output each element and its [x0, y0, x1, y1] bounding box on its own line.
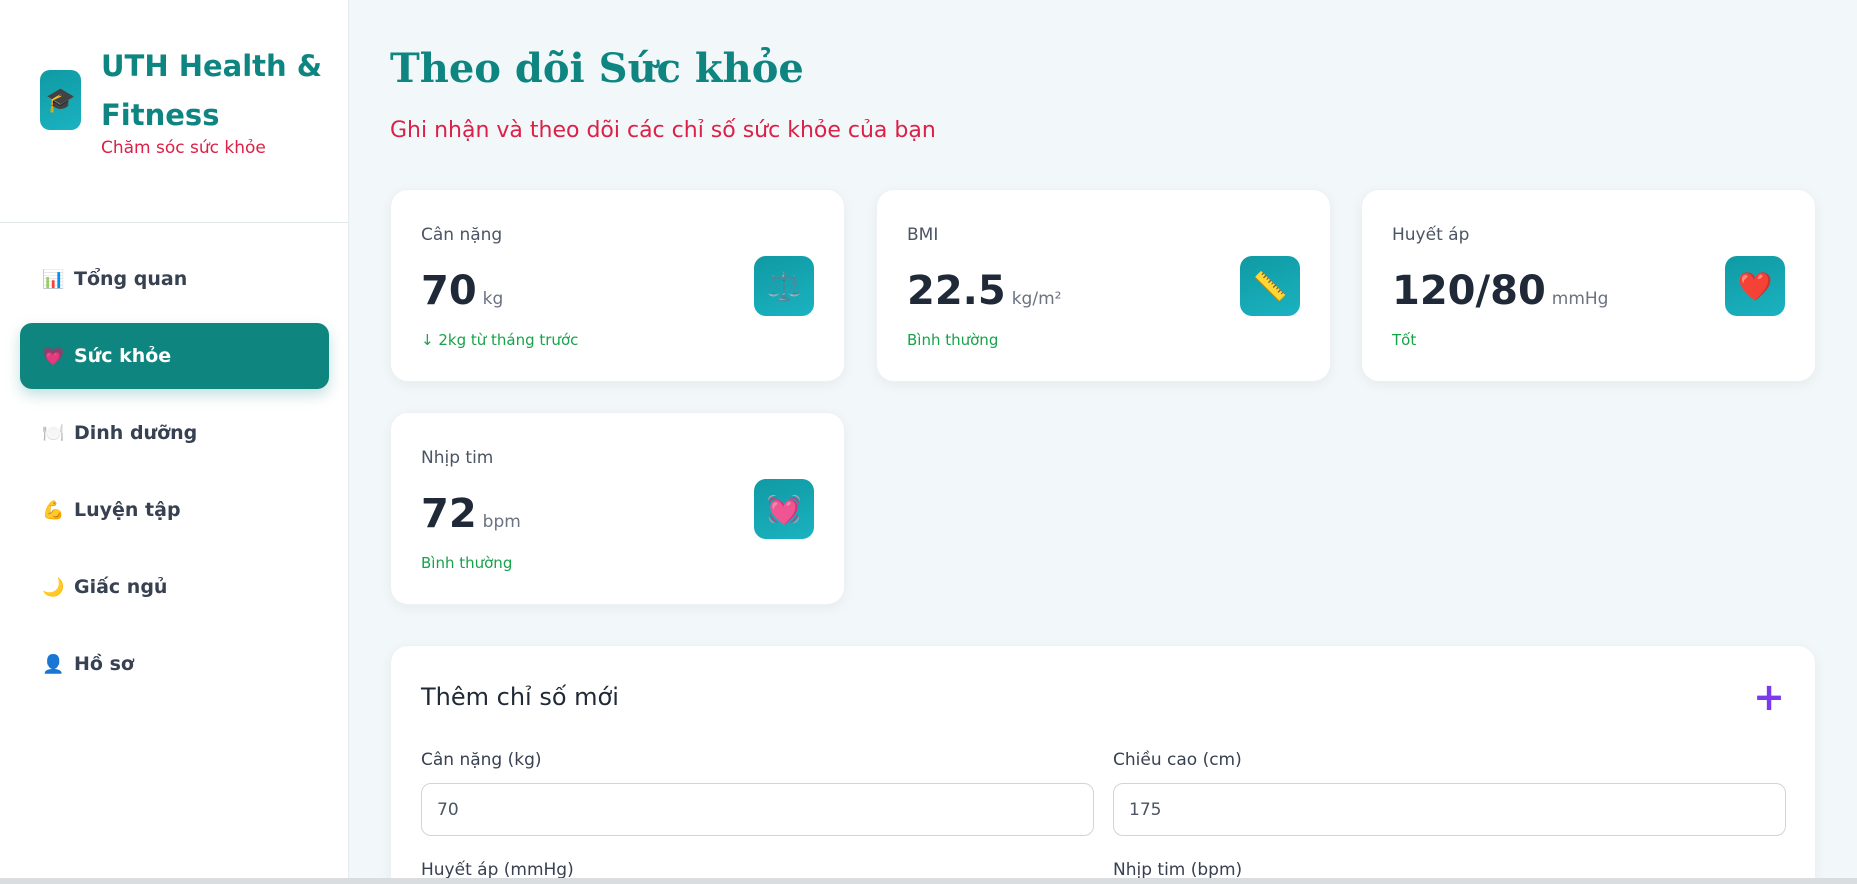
- scale-icon: ⚖️: [754, 256, 814, 316]
- card-unit: kg: [482, 289, 504, 309]
- sidebar-item-label: Dinh dưỡng: [74, 422, 198, 444]
- card-label: Cân nặng: [421, 225, 503, 245]
- heart-icon: ❤️: [1725, 256, 1785, 316]
- card-value-number: 70: [421, 268, 477, 314]
- bmi-card: BMI 22.5 kg/m² Bình thường 📏: [876, 189, 1331, 382]
- sidebar-item-label: Hồ sơ: [74, 653, 134, 675]
- card-value: 70 kg: [421, 268, 503, 314]
- form-title: Thêm chỉ số mới: [421, 683, 619, 711]
- user-icon: 👤: [42, 653, 65, 675]
- sidebar-item-label: Tổng quan: [74, 268, 188, 290]
- sidebar-item-nutrition[interactable]: 🍽️ Dinh dưỡng: [20, 400, 329, 466]
- card-note: Bình thường: [907, 331, 999, 349]
- plus-icon[interactable]: +: [1753, 678, 1785, 716]
- graduation-cap-icon: 🎓: [40, 70, 81, 130]
- blood-pressure-card: Huyết áp 120/80 mmHg Tốt ❤️: [1361, 189, 1816, 382]
- blood-pressure-field-label: Huyết áp (mmHg): [421, 860, 574, 880]
- moon-icon: 🌙: [42, 576, 65, 598]
- sidebar-nav: 📊 Tổng quan 💗 Sức khỏe 🍽️ Dinh dưỡng 💪 L…: [20, 246, 329, 708]
- page-title: Theo dõi Sức khỏe: [390, 45, 804, 92]
- sidebar-item-workout[interactable]: 💪 Luyện tập: [20, 477, 329, 543]
- brand-subtitle: Chăm sóc sức khỏe: [101, 138, 266, 158]
- height-field[interactable]: 175: [1113, 783, 1786, 836]
- heartbeat-icon: 💓: [754, 479, 814, 539]
- main-content: Theo dõi Sức khỏe Ghi nhận và theo dõi c…: [349, 0, 1857, 884]
- height-field-label: Chiều cao (cm): [1113, 750, 1242, 770]
- page-subtitle: Ghi nhận và theo dõi các chỉ số sức khỏe…: [390, 118, 936, 143]
- plate-icon: 🍽️: [42, 422, 65, 444]
- card-label: BMI: [907, 225, 939, 245]
- weight-field-label: Cân nặng (kg): [421, 750, 542, 770]
- card-unit: bpm: [482, 512, 521, 532]
- sidebar-item-sleep[interactable]: 🌙 Giấc ngủ: [20, 554, 329, 620]
- sidebar-item-label: Giấc ngủ: [74, 576, 168, 598]
- card-unit: kg/m²: [1011, 289, 1062, 309]
- heart-rate-card: Nhịp tim 72 bpm Bình thường 💓: [390, 412, 845, 605]
- card-value-number: 22.5: [907, 268, 1006, 314]
- ruler-icon: 📏: [1240, 256, 1300, 316]
- card-value-number: 72: [421, 491, 477, 537]
- card-unit: mmHg: [1551, 289, 1609, 309]
- card-label: Huyết áp: [1392, 225, 1470, 245]
- sidebar-item-health[interactable]: 💗 Sức khỏe: [20, 323, 329, 389]
- window-bottom-edge: [0, 878, 1857, 884]
- brand-title: UTH Health & Fitness: [101, 49, 323, 132]
- card-note: ↓ 2kg từ tháng trước: [421, 331, 579, 349]
- sidebar-item-profile[interactable]: 👤 Hồ sơ: [20, 631, 329, 697]
- card-value-number: 120/80: [1392, 268, 1546, 314]
- card-note: Bình thường: [421, 554, 513, 572]
- sidebar: 🎓 UTH Health & Fitness Chăm sóc sức khỏe…: [0, 0, 349, 884]
- heart-rate-field-label: Nhịp tim (bpm): [1113, 860, 1243, 880]
- weight-field[interactable]: 70: [421, 783, 1094, 836]
- card-value: 22.5 kg/m²: [907, 268, 1061, 314]
- card-value: 120/80 mmHg: [1392, 268, 1608, 314]
- card-note: Tốt: [1392, 331, 1417, 349]
- sidebar-item-label: Sức khỏe: [74, 345, 172, 367]
- heart-icon: 💗: [42, 345, 65, 367]
- weight-card: Cân nặng 70 kg ↓ 2kg từ tháng trước ⚖️: [390, 189, 845, 382]
- card-value: 72 bpm: [421, 491, 521, 537]
- sidebar-item-label: Luyện tập: [74, 499, 181, 521]
- brand: 🎓 UTH Health & Fitness Chăm sóc sức khỏe: [0, 0, 348, 223]
- card-label: Nhịp tim: [421, 448, 494, 468]
- chart-icon: 📊: [42, 268, 65, 290]
- add-metric-panel: Thêm chỉ số mới + Cân nặng (kg) 70 Chiều…: [390, 645, 1816, 884]
- muscle-icon: 💪: [42, 499, 65, 521]
- sidebar-item-overview[interactable]: 📊 Tổng quan: [20, 246, 329, 312]
